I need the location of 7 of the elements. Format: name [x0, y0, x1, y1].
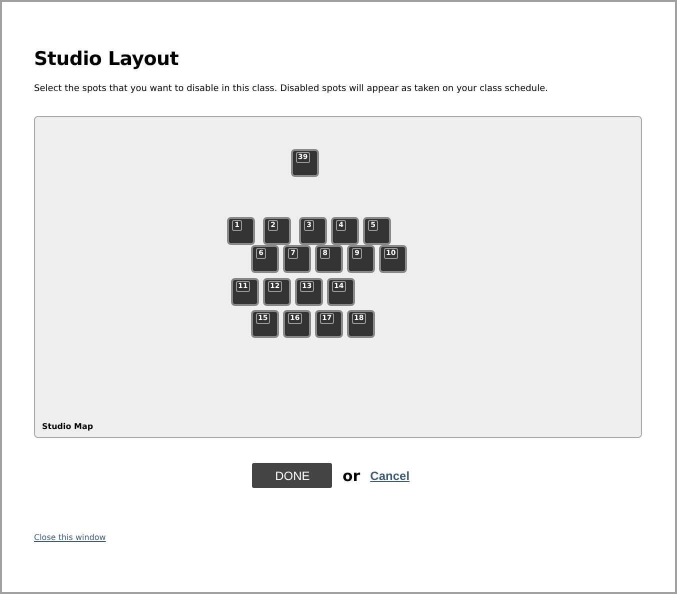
- close-window-link[interactable]: Close this window: [34, 533, 106, 542]
- or-text: or: [342, 466, 360, 484]
- page-title: Studio Layout: [34, 48, 180, 70]
- done-button[interactable]: DONE: [252, 463, 332, 488]
- map-label: Studio Map: [42, 422, 94, 431]
- cancel-link[interactable]: Cancel: [370, 468, 410, 482]
- instructions-text: Select the spots that you want to disable in this class. Disabled spots will appear as taken on your class schedule.: [34, 84, 549, 94]
